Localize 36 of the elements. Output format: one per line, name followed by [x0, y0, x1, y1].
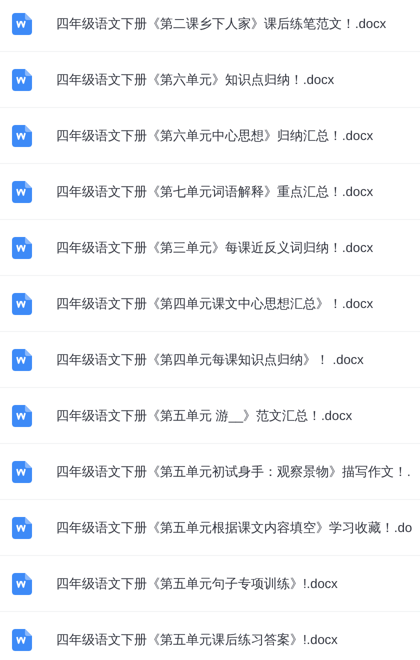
file-name: 四年级语文下册《第五单元根据课文内容填空》学习收藏！.do [56, 518, 412, 537]
file-row[interactable]: 四年级语文下册《第五单元句子专项训练》!.docx [0, 556, 420, 612]
word-document-icon [12, 236, 32, 258]
word-document-icon [12, 12, 32, 34]
word-document-icon [12, 292, 32, 314]
word-document-icon [12, 68, 32, 90]
file-name: 四年级语文下册《第五单元句子专项训练》!.docx [56, 574, 338, 593]
file-row[interactable]: 四年级语文下册《第四单元每课知识点归纳》！ .docx [0, 332, 420, 388]
file-name: 四年级语文下册《第六单元》知识点归纳！.docx [56, 70, 334, 89]
file-name: 四年级语文下册《第四单元每课知识点归纳》！ .docx [56, 350, 364, 369]
file-name: 四年级语文下册《第二课乡下人家》课后练笔范文！.docx [56, 14, 386, 33]
word-document-icon [12, 404, 32, 426]
file-name: 四年级语文下册《第五单元初试身手：观察景物》描写作文！. [56, 462, 411, 481]
word-document-icon [12, 348, 32, 370]
file-row[interactable]: 四年级语文下册《第五单元 游__》范文汇总！.docx [0, 388, 420, 444]
file-name: 四年级语文下册《第四单元课文中心思想汇总》！.docx [56, 294, 374, 313]
word-document-icon [12, 180, 32, 202]
word-document-icon [12, 460, 32, 482]
file-row[interactable]: 四年级语文下册《第六单元中心思想》归纳汇总！.docx [0, 108, 420, 164]
file-row[interactable]: 四年级语文下册《第五单元根据课文内容填空》学习收藏！.do [0, 500, 420, 556]
file-name: 四年级语文下册《第七单元词语解释》重点汇总！.docx [56, 182, 374, 201]
file-row[interactable]: 四年级语文下册《第四单元课文中心思想汇总》！.docx [0, 276, 420, 332]
file-row[interactable]: 四年级语文下册《第五单元初试身手：观察景物》描写作文！. [0, 444, 420, 500]
file-name: 四年级语文下册《第五单元 游__》范文汇总！.docx [56, 406, 352, 425]
word-document-icon [12, 572, 32, 594]
file-row[interactable]: 四年级语文下册《第六单元》知识点归纳！.docx [0, 52, 420, 108]
word-document-icon [12, 124, 32, 146]
file-row[interactable]: 四年级语文下册《第三单元》每课近反义词归纳！.docx [0, 220, 420, 276]
file-name: 四年级语文下册《第三单元》每课近反义词归纳！.docx [56, 238, 374, 257]
word-document-icon [12, 628, 32, 650]
file-row[interactable]: 四年级语文下册《第二课乡下人家》课后练笔范文！.docx [0, 0, 420, 52]
word-document-icon [12, 516, 32, 538]
file-row[interactable]: 四年级语文下册《第五单元课后练习答案》!.docx [0, 612, 420, 660]
file-name: 四年级语文下册《第六单元中心思想》归纳汇总！.docx [56, 126, 374, 145]
file-row[interactable]: 四年级语文下册《第七单元词语解释》重点汇总！.docx [0, 164, 420, 220]
file-name: 四年级语文下册《第五单元课后练习答案》!.docx [56, 630, 338, 649]
